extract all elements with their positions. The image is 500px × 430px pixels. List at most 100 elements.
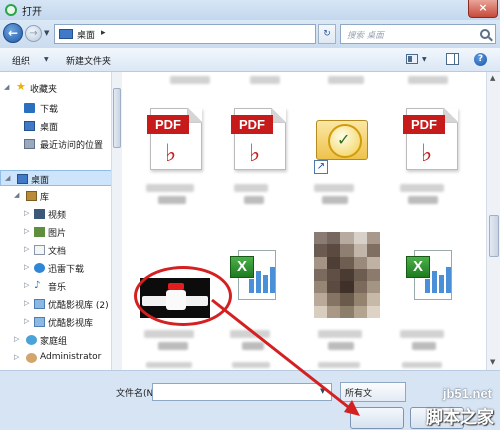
scrollbar-thumb[interactable] bbox=[489, 215, 499, 257]
nav-item-label: 下载 bbox=[40, 105, 59, 115]
site-watermark: jb51.net 脚本之家 bbox=[408, 386, 500, 430]
nav-item-pictures[interactable]: ▷ 图片 bbox=[0, 224, 112, 240]
pixelated-image-thumbnail[interactable] bbox=[314, 232, 380, 318]
filename-input[interactable] bbox=[152, 383, 332, 401]
view-dropdown-icon[interactable]: ▼ bbox=[422, 56, 427, 63]
organize-dropdown-icon[interactable]: ▼ bbox=[44, 56, 49, 63]
expand-arrow-icon[interactable]: ▷ bbox=[14, 335, 19, 343]
view-icon[interactable] bbox=[406, 54, 418, 64]
expand-arrow-icon[interactable]: ▷ bbox=[14, 353, 19, 361]
download-icon bbox=[24, 103, 35, 113]
nav-item-library[interactable]: ◢ 库 bbox=[0, 188, 112, 204]
expand-arrow-icon[interactable]: ▷ bbox=[24, 209, 29, 217]
document-icon bbox=[34, 245, 45, 255]
address-bar[interactable]: 桌面 ▸ ▼ bbox=[54, 24, 362, 44]
user-icon bbox=[26, 353, 37, 363]
forward-arrow-icon[interactable]: → bbox=[25, 25, 42, 42]
preview-pane-icon[interactable] bbox=[446, 53, 459, 65]
new-folder-button[interactable]: 新建文件夹 bbox=[66, 54, 111, 67]
file-list-scrollbar[interactable]: ▲ ▼ bbox=[486, 72, 500, 370]
desktop-icon bbox=[17, 174, 28, 184]
acrobat-logo-icon: ♭ bbox=[421, 139, 433, 167]
scrollbar-thumb[interactable] bbox=[113, 88, 121, 148]
file-label-blurred bbox=[244, 196, 264, 204]
search-input[interactable]: 搜索 桌面 bbox=[340, 24, 496, 44]
organize-button[interactable]: 组织 bbox=[12, 54, 30, 67]
command-bar: 组织 ▼ 新建文件夹 ▼ ? bbox=[0, 48, 500, 72]
nav-favorites-label: 收藏夹 bbox=[30, 85, 58, 95]
address-location[interactable]: 桌面 bbox=[77, 28, 95, 41]
excel-file-icon: X bbox=[230, 250, 278, 308]
expand-arrow-icon[interactable]: ▷ bbox=[24, 317, 29, 325]
close-button[interactable]: × bbox=[468, 0, 498, 18]
back-arrow-icon[interactable]: ← bbox=[3, 23, 23, 43]
file-label-blurred bbox=[318, 330, 362, 338]
outlook-icon: ✓ bbox=[314, 110, 370, 166]
scroll-up-icon[interactable]: ▲ bbox=[490, 74, 495, 82]
pdf-file-icon: PDF ♭ bbox=[147, 108, 202, 170]
file-label-blurred bbox=[250, 76, 280, 84]
nav-item-label: Administrator bbox=[40, 352, 102, 362]
nav-item-label: 文档 bbox=[48, 247, 67, 257]
watermark-site-name: 脚本之家 bbox=[426, 408, 494, 428]
file-label-blurred bbox=[158, 196, 186, 204]
nav-item-label: 库 bbox=[40, 193, 50, 203]
expand-arrow-icon[interactable]: ▷ bbox=[24, 299, 29, 307]
expand-arrow-icon[interactable]: ▷ bbox=[24, 245, 29, 253]
file-label-blurred bbox=[146, 362, 192, 368]
nav-item-documents[interactable]: ▷ 文档 bbox=[0, 242, 112, 258]
refresh-icon[interactable]: ↻ bbox=[318, 24, 336, 44]
nav-item-music[interactable]: ▷ ♪ 音乐 bbox=[0, 278, 112, 294]
nav-item-label: 桌面 bbox=[40, 123, 59, 133]
nav-item-recent[interactable]: 最近访问的位置 bbox=[0, 136, 112, 152]
pdf-badge: PDF bbox=[147, 115, 189, 134]
nav-favorites[interactable]: ◢ ★ 收藏夹 bbox=[0, 80, 112, 96]
filetype-select[interactable]: 所有文 bbox=[340, 382, 406, 402]
navigation-scrollbar[interactable] bbox=[111, 72, 122, 370]
nav-item-label: 图片 bbox=[48, 229, 67, 239]
file-label-blurred bbox=[230, 330, 270, 338]
excel-badge: X bbox=[230, 256, 254, 278]
file-item-excel[interactable]: X bbox=[386, 242, 462, 342]
watermark-url: jb51.net bbox=[442, 386, 492, 401]
nav-item-youku[interactable]: ▷ 优酷影视库 bbox=[0, 314, 112, 330]
file-label-blurred bbox=[408, 76, 448, 84]
recent-places-icon bbox=[24, 139, 35, 149]
file-label-blurred bbox=[234, 184, 268, 192]
nav-item-label: 音乐 bbox=[48, 283, 67, 293]
file-label-blurred bbox=[232, 362, 270, 368]
collapse-arrow-icon[interactable]: ◢ bbox=[14, 191, 19, 199]
nav-item-desktop-fav[interactable]: 桌面 bbox=[0, 118, 112, 134]
file-label-blurred bbox=[328, 76, 364, 84]
file-label-blurred bbox=[408, 196, 438, 204]
search-icon[interactable] bbox=[480, 29, 490, 39]
nav-item-user[interactable]: ▷ Administrator bbox=[0, 350, 112, 366]
file-label-blurred bbox=[322, 196, 348, 204]
file-label-blurred bbox=[318, 362, 360, 368]
nav-item-youku-2[interactable]: ▷ 优酷影视库 (2) bbox=[0, 296, 112, 312]
help-icon[interactable]: ? bbox=[474, 53, 487, 66]
pdf-file-icon: PDF ♭ bbox=[231, 108, 286, 170]
expand-arrow-icon[interactable]: ▷ bbox=[24, 263, 29, 271]
video-icon bbox=[34, 209, 45, 219]
nav-item-homegroup[interactable]: ▷ 家庭组 bbox=[0, 332, 112, 348]
collapse-arrow-icon[interactable]: ◢ bbox=[5, 174, 10, 182]
nav-item-downloads[interactable]: 下载 bbox=[0, 100, 112, 116]
acrobat-logo-icon: ♭ bbox=[249, 139, 261, 167]
pdf-file-icon: PDF ♭ bbox=[403, 108, 458, 170]
file-label-blurred bbox=[400, 184, 444, 192]
scroll-down-icon[interactable]: ▼ bbox=[490, 358, 495, 366]
address-chevron[interactable]: ▸ bbox=[101, 28, 106, 38]
nav-item-xunlei[interactable]: ▷ 迅雷下载 bbox=[0, 260, 112, 276]
filetype-value: 所有文 bbox=[345, 389, 373, 399]
expand-arrow-icon[interactable]: ▷ bbox=[24, 281, 29, 289]
nav-item-desktop[interactable]: ◢ 桌面 bbox=[0, 170, 112, 186]
open-button[interactable] bbox=[350, 407, 404, 429]
pdf-badge: PDF bbox=[231, 115, 273, 134]
expand-arrow-icon[interactable]: ▷ bbox=[24, 227, 29, 235]
recent-locations-dropdown[interactable]: ▼ bbox=[44, 29, 49, 37]
filename-dropdown-icon[interactable]: ▼ bbox=[320, 387, 325, 395]
collapse-arrow-icon[interactable]: ◢ bbox=[4, 83, 9, 91]
nav-item-videos[interactable]: ▷ 视频 bbox=[0, 206, 112, 222]
shortcut-arrow-icon: ↗ bbox=[314, 160, 328, 174]
